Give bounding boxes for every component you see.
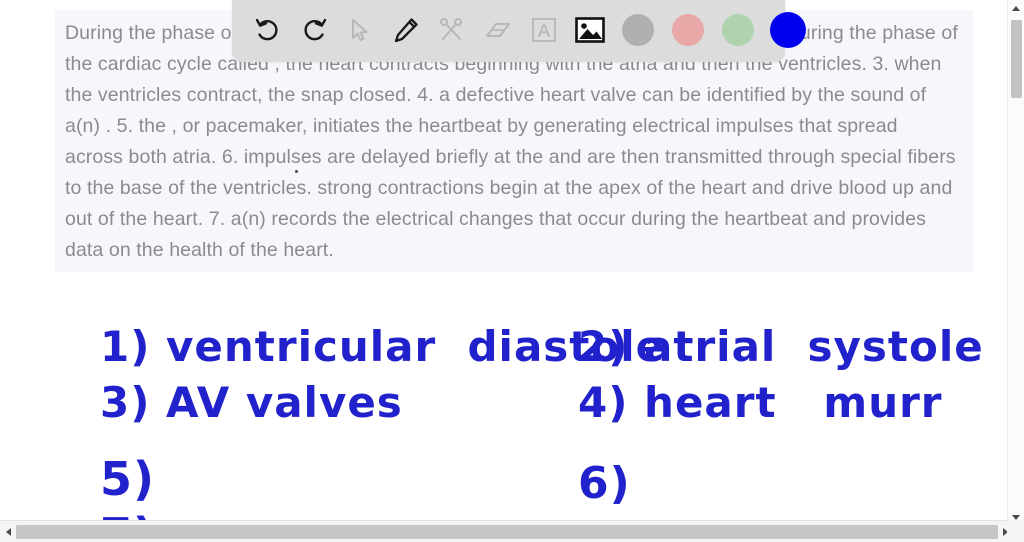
horizontal-scrollbar-thumb[interactable]: [16, 525, 998, 539]
scrollbar-corner: [1007, 520, 1024, 542]
swatch-red[interactable]: [664, 8, 712, 52]
vertical-scrollbar-thumb[interactable]: [1011, 20, 1022, 98]
text-icon[interactable]: [522, 8, 566, 52]
answer-2: 2) atrial systole: [578, 322, 984, 371]
undo-icon[interactable]: [246, 8, 290, 52]
horizontal-scrollbar[interactable]: [0, 520, 1024, 542]
image-icon[interactable]: [568, 8, 612, 52]
answer-6: 6): [578, 458, 631, 509]
swatch-blue-dot: [770, 12, 806, 48]
stray-ink-dot: [295, 170, 298, 173]
redo-icon[interactable]: [292, 8, 336, 52]
scroll-left-arrow-icon[interactable]: [1, 521, 15, 542]
swatch-blue[interactable]: [764, 8, 812, 52]
cursor-select-icon[interactable]: [338, 8, 382, 52]
answer-1: 1) ventricular diastole: [100, 322, 666, 371]
drawing-toolbar[interactable]: [232, 0, 806, 62]
eraser-icon[interactable]: [476, 8, 520, 52]
swatch-gray[interactable]: [614, 8, 662, 52]
scissors-icon[interactable]: [430, 8, 474, 52]
swatch-gray-dot: [622, 14, 654, 46]
scroll-up-arrow-icon[interactable]: [1008, 0, 1024, 16]
pencil-icon[interactable]: [384, 8, 428, 52]
swatch-green-dot: [722, 14, 754, 46]
swatch-red-dot: [672, 14, 704, 46]
answer-4: 4) heart murr: [578, 378, 943, 427]
swatch-green[interactable]: [714, 8, 762, 52]
answer-3: 3) AV valves: [100, 378, 403, 427]
drawing-canvas[interactable]: During the phase of the cardiac cycle ca…: [0, 0, 1024, 542]
vertical-scrollbar[interactable]: [1007, 0, 1024, 542]
answer-5: 5): [100, 452, 156, 506]
